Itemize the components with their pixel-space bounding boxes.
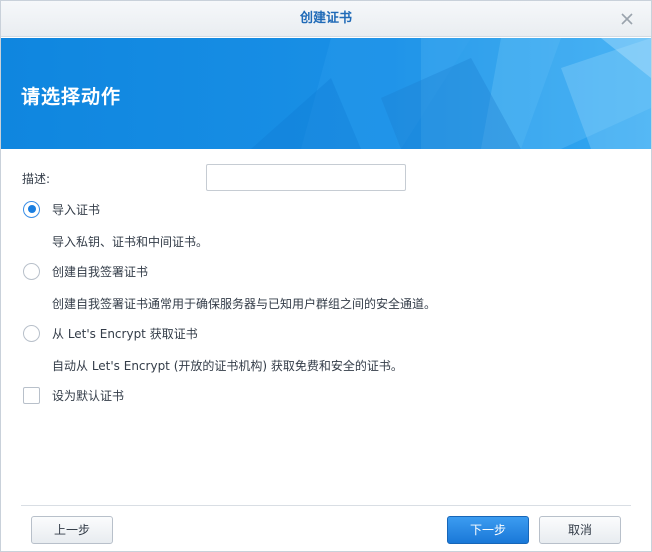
radio-self-signed-certificate[interactable] (23, 263, 40, 280)
option-import-certificate-label: 导入证书 (52, 201, 100, 218)
create-certificate-dialog: 创建证书 请选择动作 (0, 0, 652, 552)
header-banner: 请选择动作 (1, 38, 651, 149)
back-button[interactable]: 上一步 (31, 516, 113, 544)
banner-title: 请选择动作 (21, 82, 121, 109)
next-button[interactable]: 下一步 (447, 516, 529, 544)
option-lets-encrypt-certificate[interactable]: 从 Let's Encrypt 获取证书 (23, 323, 198, 343)
default-certificate-label: 设为默认证书 (52, 387, 124, 404)
option-self-signed-certificate[interactable]: 创建自我签署证书 (23, 261, 148, 281)
default-certificate-option[interactable]: 设为默认证书 (23, 385, 124, 405)
close-icon (615, 7, 639, 31)
description-label: 描述: (22, 170, 50, 187)
default-certificate-checkbox[interactable] (23, 387, 40, 404)
footer-divider (21, 505, 631, 506)
option-import-certificate-description: 导入私钥、证书和中间证书。 (52, 233, 208, 250)
dialog-title: 创建证书 (1, 1, 651, 37)
radio-import-certificate[interactable] (23, 201, 40, 218)
radio-lets-encrypt-certificate[interactable] (23, 325, 40, 342)
option-self-signed-certificate-description: 创建自我签署证书通常用于确保服务器与已知用户群组之间的安全通道。 (52, 295, 436, 312)
option-lets-encrypt-certificate-description: 自动从 Let's Encrypt (开放的证书机构) 获取免费和安全的证书。 (52, 357, 403, 374)
option-lets-encrypt-certificate-label: 从 Let's Encrypt 获取证书 (52, 325, 198, 342)
option-self-signed-certificate-label: 创建自我签署证书 (52, 263, 148, 280)
cancel-button[interactable]: 取消 (539, 516, 621, 544)
title-bar: 创建证书 (1, 1, 651, 37)
close-button[interactable] (615, 7, 639, 31)
option-import-certificate[interactable]: 导入证书 (23, 199, 100, 219)
description-input[interactable] (206, 164, 406, 191)
